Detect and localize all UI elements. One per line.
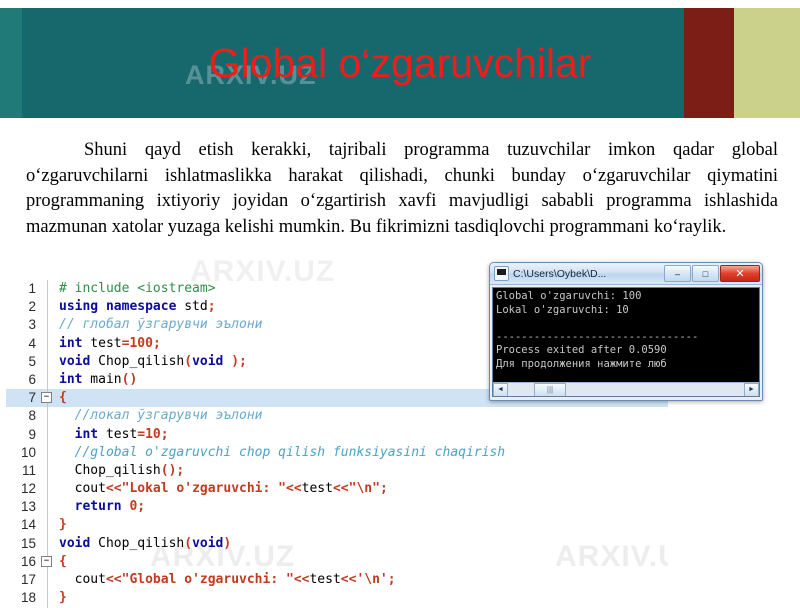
console-title: C:\Users\Oybek\D... <box>513 267 607 280</box>
console-icon <box>494 266 509 281</box>
line-number: 2 <box>28 299 36 315</box>
console-titlebar[interactable]: C:\Users\Oybek\D... – □ ✕ <box>490 263 762 285</box>
maximize-button[interactable]: □ <box>692 265 719 282</box>
scrollbar-thumb[interactable]: ||| <box>534 382 566 396</box>
code-line: 17 cout<<"Global o'zgaruvchi: "<<test<<'… <box>6 571 706 589</box>
line-number: 9 <box>28 426 36 442</box>
code-line: 16 − { <box>6 553 706 571</box>
title-banner: ARXIV.UZ Global o‘zgaruvchilar <box>0 0 800 118</box>
code-line-text: //локал ўзгарувчи эълони <box>59 408 263 424</box>
console-window[interactable]: C:\Users\Oybek\D... – □ ✕ Global o'zgaru… <box>489 262 763 401</box>
line-number: 15 <box>20 535 36 551</box>
line-number: 13 <box>20 499 36 515</box>
code-line: 13 return 0; <box>6 498 706 516</box>
code-line: 18 } <box>6 589 706 607</box>
code-line: 8 //локал ўзгарувчи эълони <box>6 407 706 425</box>
paragraph-text: Shuni qayd etish kerakki, tajribali prog… <box>26 140 778 237</box>
code-line-text: return 0; <box>74 499 146 515</box>
code-line: 11 Chop_qilish(); <box>6 462 706 480</box>
line-number: 10 <box>20 444 36 460</box>
banner-top-margin <box>0 0 800 8</box>
line-number: 3 <box>28 317 36 333</box>
line-number: 6 <box>28 371 36 387</box>
line-number: 17 <box>20 572 36 587</box>
page-title: Global o‘zgaruvchilar <box>208 40 592 86</box>
code-line: 14 } <box>6 516 706 534</box>
code-line-text: int test=10; <box>74 426 169 442</box>
code-line-text: Chop_qilish(); <box>59 462 185 478</box>
line-number: 8 <box>28 408 36 424</box>
code-line-text: //global o'zgaruvchi chop qilish funksiy… <box>59 444 506 460</box>
code-line-text: void Chop_qilish(void) <box>59 535 232 551</box>
line-number: 1 <box>28 281 36 296</box>
code-line: 15 void Chop_qilish(void) <box>6 535 706 553</box>
line-number: 5 <box>28 353 36 369</box>
code-line-text: cout<<"Lokal o'zgaruvchi: "<<test<<"\n"; <box>59 481 388 497</box>
line-number: 7 <box>28 390 36 406</box>
line-number: 12 <box>20 481 36 497</box>
line-number: 16 <box>20 553 36 569</box>
console-horizontal-scrollbar[interactable]: ◄ ||| ► <box>493 382 759 396</box>
code-line-text: } <box>59 590 67 606</box>
code-line: 12 cout<<"Lokal o'zgaruvchi: "<<test<<"\… <box>6 480 706 498</box>
code-line: 10 //global o'zgaruvchi chop qilish funk… <box>6 444 706 462</box>
body-paragraph: Shuni qayd etish kerakki, tajribali prog… <box>26 138 778 240</box>
close-button[interactable]: ✕ <box>720 265 760 282</box>
minimize-button[interactable]: – <box>664 265 691 282</box>
console-output-area: Global o'zgaruvchi: 100 Lokal o'zgaruvch… <box>492 287 760 397</box>
scroll-left-icon[interactable]: ◄ <box>493 382 508 396</box>
line-number: 14 <box>20 517 36 533</box>
line-number: 11 <box>21 462 36 478</box>
scroll-right-icon[interactable]: ► <box>744 382 759 396</box>
code-line-text: } <box>59 517 67 533</box>
code-line: 9 int test=10; <box>6 426 706 444</box>
console-output-text: Global o'zgaruvchi: 100 Lokal o'zgaruvch… <box>496 290 699 370</box>
right-margin-mask <box>668 400 800 600</box>
code-line-text: { <box>59 553 67 569</box>
line-number: 4 <box>28 335 36 351</box>
line-number: 18 <box>20 590 36 606</box>
code-line-text: cout<<"Global o'zgaruvchi: "<<test<<'\n'… <box>59 572 396 587</box>
